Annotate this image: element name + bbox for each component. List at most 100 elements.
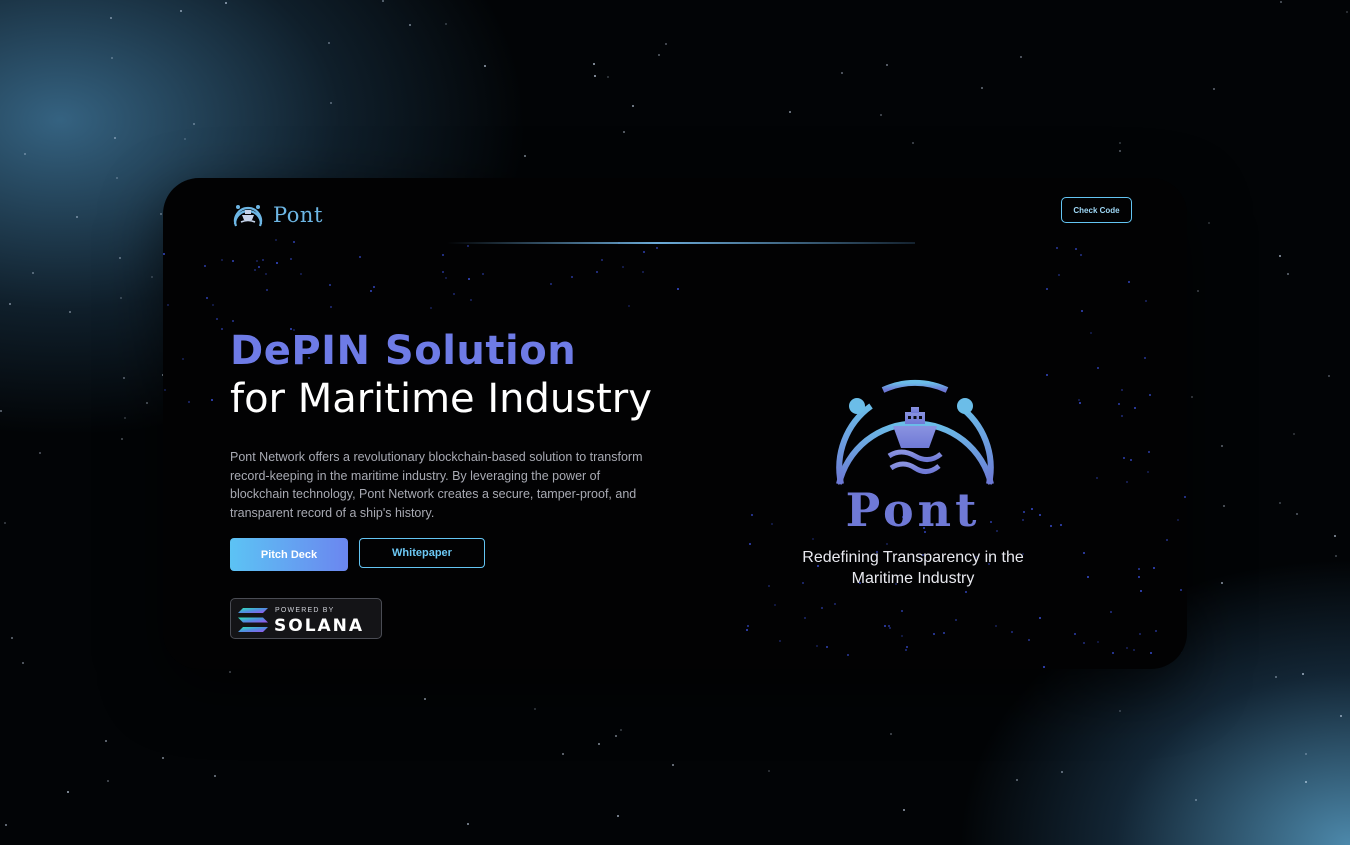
pattern-dot [1096, 477, 1098, 479]
star-dot [184, 138, 186, 140]
star-dot [658, 54, 660, 56]
pattern-dot [290, 258, 292, 260]
pattern-dot [470, 299, 472, 301]
pattern-dot [886, 543, 888, 545]
star-dot [768, 770, 770, 772]
pattern-dot [1056, 247, 1058, 249]
pattern-dot [1186, 664, 1187, 666]
brand-logo-link[interactable]: Pont [229, 200, 323, 230]
pattern-dot [1121, 389, 1123, 391]
star-dot [1208, 222, 1210, 224]
pattern-dot [622, 266, 624, 268]
pattern-dot [1166, 539, 1168, 541]
star-dot [111, 57, 113, 59]
star-dot [524, 155, 526, 157]
pattern-dot [812, 538, 814, 540]
pattern-dot [232, 260, 234, 262]
pattern-dot [1150, 652, 1152, 654]
star-dot [632, 105, 634, 107]
pitch-deck-button[interactable]: Pitch Deck [230, 538, 348, 571]
hero-title: DePIN Solution [230, 328, 577, 374]
star-dot [1213, 88, 1215, 90]
pattern-dot [275, 239, 277, 241]
star-dot [105, 740, 107, 742]
star-dot [114, 137, 116, 139]
star-dot [123, 377, 125, 379]
pattern-dot [1165, 667, 1167, 669]
pattern-dot [1177, 519, 1179, 521]
star-dot [22, 662, 24, 664]
pattern-dot [943, 632, 945, 634]
header-divider-line [447, 242, 915, 244]
pattern-dot [453, 293, 455, 295]
check-code-button[interactable]: Check Code [1061, 197, 1132, 223]
star-dot [5, 824, 7, 826]
pattern-dot [747, 625, 749, 627]
star-dot [121, 438, 123, 440]
brand-name: Pont [273, 203, 323, 227]
hero-description: Pont Network offers a revolutionary bloc… [230, 450, 643, 520]
star-dot [841, 72, 843, 74]
pattern-dot [884, 625, 886, 627]
pattern-dot [1110, 611, 1112, 613]
star-dot [1340, 715, 1342, 717]
star-dot [11, 637, 13, 639]
pattern-dot [1145, 300, 1147, 302]
star-dot [1195, 799, 1197, 801]
pattern-dot [656, 247, 658, 249]
star-dot [69, 311, 71, 313]
pattern-dot [1138, 568, 1140, 570]
powered-by-solana-badge[interactable]: POWERED BY SOLANA [230, 598, 382, 639]
pattern-dot [550, 283, 552, 285]
pattern-dot [1043, 666, 1045, 668]
pattern-dot [266, 289, 268, 291]
pattern-dot [164, 389, 166, 391]
star-dot [598, 743, 600, 745]
star-dot [1221, 445, 1223, 447]
star-dot [665, 43, 667, 45]
pattern-dot [906, 646, 908, 648]
pattern-dot [1046, 288, 1048, 290]
pattern-dot [293, 241, 295, 243]
star-dot [67, 791, 69, 793]
pattern-dot [889, 627, 891, 629]
pattern-dot [1083, 552, 1085, 554]
star-dot [160, 213, 162, 215]
pattern-dot [163, 253, 165, 255]
star-dot [214, 775, 216, 777]
whitepaper-button[interactable]: Whitepaper [359, 538, 485, 568]
pattern-dot [430, 307, 432, 309]
star-dot [120, 297, 122, 299]
pattern-dot [256, 260, 258, 262]
star-dot [1279, 255, 1281, 257]
pattern-dot [1184, 496, 1186, 498]
pattern-dot [258, 266, 260, 268]
pattern-dot [1079, 402, 1081, 404]
pattern-dot [445, 277, 447, 279]
pattern-dot [571, 276, 573, 278]
pattern-dot [1121, 415, 1123, 417]
star-dot [409, 24, 411, 26]
pattern-dot [359, 256, 361, 258]
star-dot [886, 64, 888, 66]
pattern-dot [262, 259, 264, 261]
showcase-brand-name: Pont [845, 483, 981, 537]
star-dot [1016, 779, 1018, 781]
pattern-dot [1112, 652, 1114, 654]
star-dot [1119, 710, 1121, 712]
star-dot [1280, 1, 1282, 3]
star-dot [593, 63, 595, 65]
pattern-dot [221, 259, 223, 261]
star-dot [615, 735, 617, 737]
pattern-dot [596, 271, 598, 273]
pattern-dot [804, 617, 806, 619]
pattern-dot [1080, 254, 1082, 256]
pattern-dot [1128, 281, 1130, 283]
pattern-dot [1087, 576, 1089, 578]
star-dot [1119, 142, 1121, 144]
pattern-dot [816, 645, 818, 647]
star-dot [562, 753, 564, 755]
star-dot [1296, 513, 1298, 515]
pont-logo-icon [836, 379, 994, 485]
pattern-dot [965, 591, 967, 593]
